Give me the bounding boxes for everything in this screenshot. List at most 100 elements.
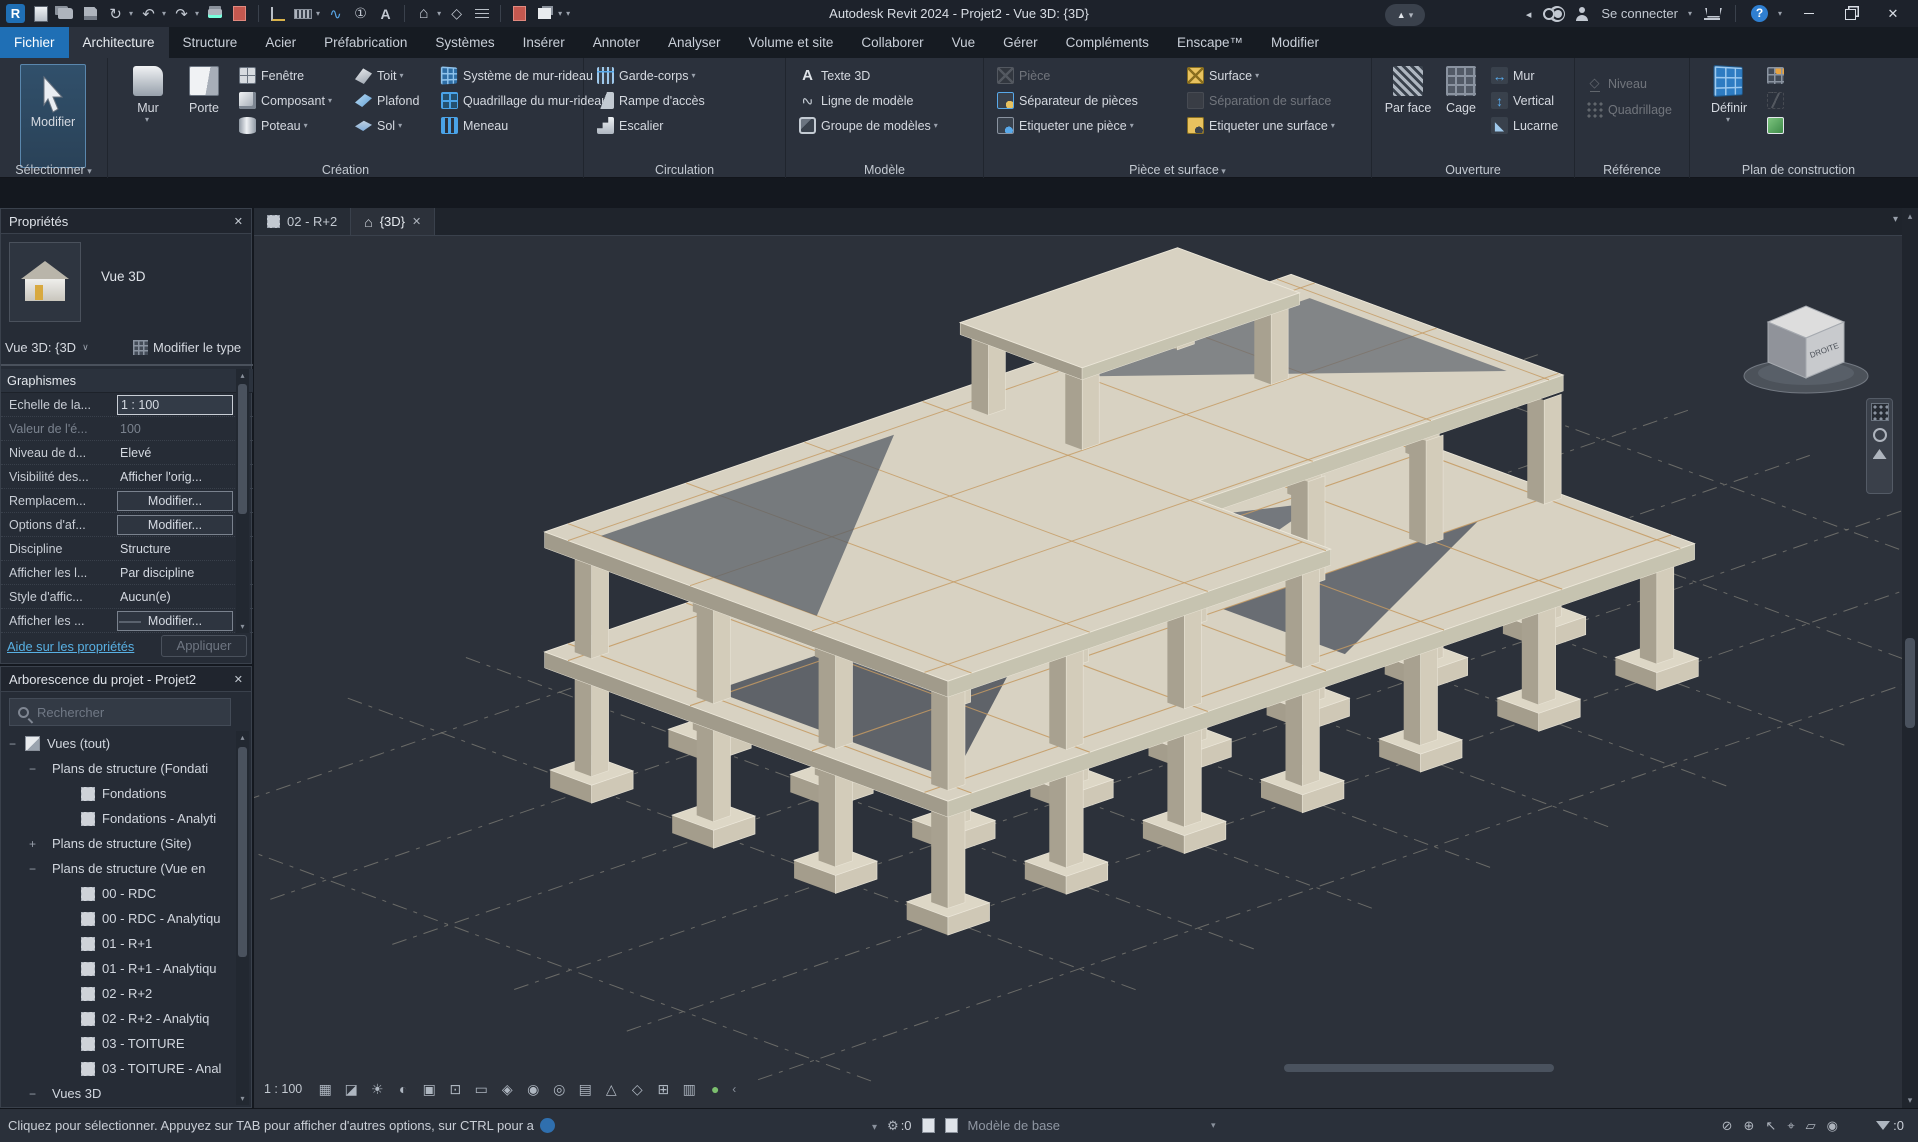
navbar-expand-icon[interactable] (1873, 449, 1887, 459)
close-icon[interactable] (234, 215, 243, 228)
view-control-icon[interactable]: ◇ (628, 1080, 646, 1098)
selection-toggle-icon[interactable]: ◉ (1827, 1118, 1838, 1134)
view-control-icon[interactable]: ◐ (394, 1080, 412, 1098)
property-value[interactable]: Modifier... (117, 491, 233, 511)
sync-icon[interactable] (106, 4, 125, 23)
view-control-icon[interactable]: ▣ (420, 1080, 438, 1098)
open-folder-icon[interactable] (56, 4, 75, 23)
tree-item[interactable]: Plans de structure (Site) (1, 831, 235, 856)
mur-button[interactable]: Mur (122, 62, 174, 124)
ribbon-tab[interactable]: Annoter (579, 27, 654, 58)
lucarne-button[interactable]: Lucarne (1488, 114, 1561, 137)
apply-button[interactable]: Appliquer (161, 635, 247, 657)
tree-item[interactable]: 02 - R+2 - Analytiq (1, 1006, 235, 1031)
scroll-up-icon[interactable]: ▴ (236, 731, 249, 744)
view-tab-menu-icon[interactable] (1893, 214, 1898, 225)
ribbon-tab[interactable]: Insérer (509, 27, 579, 58)
separateur-pieces-button[interactable]: Séparateur de pièces (994, 89, 1141, 112)
tree-item[interactable]: Fondations - Analyti (1, 806, 235, 831)
view-control-icon[interactable]: ▦ (316, 1080, 334, 1098)
collapse-search-icon[interactable] (1526, 6, 1532, 21)
ribbon-tab[interactable]: Modifier (1257, 27, 1333, 58)
type-selector[interactable] (9, 242, 81, 322)
scroll-up-icon[interactable]: ▴ (1902, 208, 1918, 224)
tree-expander-icon[interactable] (29, 837, 45, 851)
cage-button[interactable]: Cage (1438, 62, 1484, 115)
undo-icon[interactable] (139, 4, 158, 23)
view-control-icon[interactable]: ◈ (498, 1080, 516, 1098)
text-icon[interactable] (376, 4, 395, 23)
scroll-up-icon[interactable]: ▴ (236, 369, 249, 382)
ribbon-tab[interactable]: Gérer (989, 27, 1052, 58)
tree-item[interactable]: Vues (tout) (1, 731, 235, 756)
ribbon-tab[interactable]: Architecture (69, 27, 169, 58)
thin-lines-icon[interactable] (472, 4, 491, 23)
view-control-icon[interactable]: ◉ (524, 1080, 542, 1098)
scroll-down-icon[interactable]: ▾ (1902, 1092, 1918, 1108)
selection-toggle-icon[interactable]: ⊕ (1744, 1118, 1755, 1134)
view-selector-dropdown[interactable]: Vue 3D: {3D (1, 337, 121, 358)
scroll-down-icon[interactable]: ▾ (236, 1092, 249, 1105)
property-row[interactable]: Visibilité des... Afficher l'orig... (1, 465, 253, 489)
save-icon[interactable] (81, 4, 100, 23)
print-icon[interactable] (205, 4, 224, 23)
dynamo-icon[interactable] (540, 1118, 555, 1133)
modify-type-button[interactable]: Modifier le type (133, 340, 241, 355)
property-row[interactable]: Remplacem... Modifier... (1, 489, 253, 513)
view-control-icon[interactable]: ◎ (550, 1080, 568, 1098)
panel-label-piece-surface[interactable]: Pièce et surface (984, 163, 1371, 177)
ribbon-tab[interactable]: Préfabrication (310, 27, 421, 58)
ribbon-tab[interactable]: Analyser (654, 27, 735, 58)
help-caret-icon[interactable] (1778, 9, 1782, 18)
group-graphismes[interactable]: Graphismes (1, 369, 253, 393)
property-value[interactable]: Modifier... (117, 515, 233, 535)
tree-item[interactable]: 00 - RDC - Analytiqu (1, 906, 235, 931)
close-hidden-windows-icon[interactable] (510, 4, 529, 23)
tree-item[interactable]: Vues 3D (1, 1081, 235, 1106)
horizontal-scrollbar-thumb[interactable] (1284, 1064, 1554, 1072)
poteau-button[interactable]: Poteau (236, 114, 311, 137)
vertical-scrollbar[interactable]: ▴ ▾ (1902, 208, 1918, 1108)
close-inactive-views-icon[interactable] (230, 4, 249, 23)
chevron-down-icon[interactable] (872, 1118, 877, 1133)
view-control-icon[interactable]: △ (602, 1080, 620, 1098)
section-icon[interactable] (447, 4, 466, 23)
recent-files-icon[interactable] (31, 4, 50, 23)
close-button[interactable] (1878, 0, 1908, 27)
view-control-icon[interactable]: ☀ (368, 1080, 386, 1098)
meneau-button[interactable]: Meneau (438, 114, 511, 137)
selection-toggle-icon[interactable]: ⊘ (1722, 1118, 1733, 1134)
signin-caret-icon[interactable] (1688, 9, 1692, 18)
view-control-icon[interactable]: ● (706, 1080, 724, 1098)
ribbon-tab[interactable]: Enscape™ (1163, 27, 1257, 58)
tree-expander-icon[interactable] (29, 762, 45, 776)
tree-item[interactable]: 03 - TOITURE (1, 1031, 235, 1056)
ribbon-tab[interactable]: Acier (251, 27, 310, 58)
3d-model-view[interactable]: DROITE (254, 236, 1902, 1108)
definir-button[interactable]: Définir (1702, 62, 1756, 124)
tree-item[interactable]: 03 - TOITURE - Anal (1, 1056, 235, 1081)
afficher-plan-button[interactable] (1764, 64, 1787, 87)
plafond-button[interactable]: Plafond (352, 89, 422, 112)
tag-by-category-icon[interactable] (351, 4, 370, 23)
grid-resize-handle[interactable] (119, 621, 141, 623)
property-row[interactable]: Options d'af... Modifier... (1, 513, 253, 537)
navigation-bar[interactable] (1866, 398, 1893, 494)
selection-filter[interactable]: :0 (1876, 1118, 1904, 1133)
tree-item[interactable]: Plans de structure (Fondati (1, 756, 235, 781)
view-control-icon[interactable]: ▤ (576, 1080, 594, 1098)
ribbon-display-toggle[interactable] (1385, 4, 1425, 26)
zoom-icon[interactable] (1873, 428, 1887, 442)
selection-toggle-icon[interactable]: ▱ (1806, 1118, 1816, 1134)
ribbon-tab[interactable]: Volume et site (735, 27, 848, 58)
tree-expander-icon[interactable] (29, 862, 45, 876)
property-value[interactable]: Par discipline (117, 563, 233, 583)
switch-windows-icon[interactable] (535, 4, 554, 23)
scroll-down-icon[interactable]: ▾ (236, 620, 249, 633)
sol-button[interactable]: Sol (352, 114, 405, 137)
property-row[interactable]: Niveau de d... Elevé (1, 441, 253, 465)
store-cart-icon[interactable] (1704, 8, 1720, 20)
property-value[interactable]: Afficher l'orig... (117, 467, 233, 487)
property-value[interactable]: 1 : 100 (117, 395, 233, 415)
restore-button[interactable] (1836, 0, 1866, 27)
